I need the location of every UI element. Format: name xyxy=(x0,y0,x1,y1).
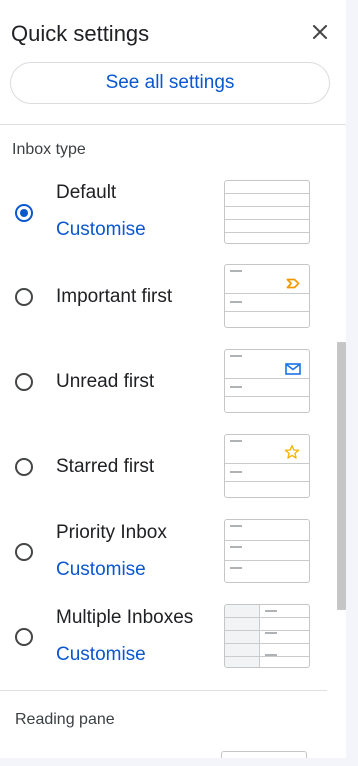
radio-multiple-inboxes[interactable] xyxy=(15,628,33,646)
thumb-multiple-inboxes xyxy=(224,604,310,668)
quick-settings-panel: Quick settings See all settings Inbox ty… xyxy=(0,0,346,758)
thumb-priority-inbox xyxy=(224,519,310,583)
divider xyxy=(0,124,346,125)
option-label-important-first[interactable]: Important first xyxy=(56,286,172,308)
option-label-default[interactable]: Default xyxy=(56,182,116,204)
customise-default-link[interactable]: Customise xyxy=(56,219,146,241)
radio-starred-first[interactable] xyxy=(15,458,33,476)
inbox-type-heading: Inbox type xyxy=(12,141,86,158)
panel-title: Quick settings xyxy=(11,21,150,46)
close-icon xyxy=(313,25,327,39)
radio-unread-first[interactable] xyxy=(15,373,33,391)
thumb-default xyxy=(224,180,310,244)
thumb-important-first xyxy=(224,264,310,328)
option-label-unread-first[interactable]: Unread first xyxy=(56,371,154,393)
customise-multiple-inboxes-link[interactable]: Customise xyxy=(56,644,146,666)
scrollbar-track[interactable] xyxy=(346,0,358,766)
radio-priority-inbox[interactable] xyxy=(15,543,33,561)
scrollbar-thumb[interactable] xyxy=(337,342,346,610)
customise-priority-inbox-link[interactable]: Customise xyxy=(56,559,146,581)
close-button[interactable] xyxy=(308,20,332,44)
important-marker-icon xyxy=(286,278,300,289)
thumb-starred-first xyxy=(224,434,310,498)
reading-pane-heading: Reading pane xyxy=(15,711,115,728)
radio-important-first[interactable] xyxy=(15,288,33,306)
thumb-unread-first xyxy=(224,349,310,413)
thumb-reading-pane xyxy=(221,751,307,758)
divider xyxy=(0,690,327,691)
see-all-settings-button[interactable]: See all settings xyxy=(10,62,330,104)
star-icon xyxy=(284,445,300,459)
option-label-priority-inbox[interactable]: Priority Inbox xyxy=(56,522,167,544)
option-label-multiple-inboxes[interactable]: Multiple Inboxes xyxy=(56,607,193,629)
radio-default[interactable] xyxy=(15,204,33,222)
envelope-icon xyxy=(285,363,301,375)
option-label-starred-first[interactable]: Starred first xyxy=(56,456,154,478)
